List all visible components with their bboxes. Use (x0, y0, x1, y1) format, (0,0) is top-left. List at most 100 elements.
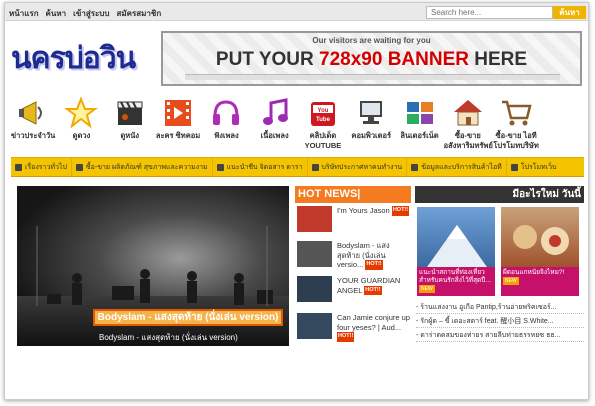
site-logo[interactable]: นครบ่อวิน (11, 37, 151, 81)
menu-music-label: ฟังเพลง (213, 131, 239, 140)
card-caption-text: ผีดอนแกหนัยจิงไหม?! (503, 269, 565, 276)
news-thumbnail (297, 241, 332, 267)
youtube-icon: Tube You (310, 102, 335, 126)
list-icon (75, 163, 83, 171)
menu-news[interactable]: ข่าวประจำวัน (9, 94, 57, 156)
nav-search[interactable]: ค้นหา (46, 7, 67, 20)
hot-news-item[interactable]: Can Jamie conjure up four yeses? | Aud..… (295, 313, 412, 343)
card-image (501, 207, 579, 267)
list-icon (216, 163, 224, 171)
news-title: Can Jamie conjure up four yeses? | Aud..… (337, 313, 410, 332)
category-label: ซื้อ-ขาย ผลิตภัณฑ์ สุขภาพและความงาม (85, 163, 208, 171)
computer-icon (360, 101, 383, 124)
news-text: I'm Yours Jason HOT!! (337, 206, 411, 216)
search-button[interactable]: ค้นหา (553, 6, 586, 19)
house-icon (453, 100, 482, 126)
list-icon (15, 163, 22, 171)
menu-movies[interactable]: ดูหนัง (106, 94, 154, 156)
menu-youtube-label: คลิปเด็ด YOUTUBE (304, 131, 342, 150)
news-thumbnail (297, 276, 332, 302)
hot-news-title: HOT NEWS| (295, 186, 411, 203)
category-promote-web[interactable]: โปรโมทเว็บ (507, 157, 561, 177)
nav-home[interactable]: หน้าแรก (9, 7, 39, 20)
network-icon (406, 102, 433, 124)
banner-bar (185, 74, 560, 80)
card-caption: ผีดอนแกหนัยจิงไหม?! NEW (501, 267, 579, 296)
menu-realestate-label: ซื้อ-ขาย อสังหาริมทรัพย์ (443, 131, 493, 150)
svg-text:Tube: Tube (316, 117, 331, 123)
featured-video[interactable]: Bodyslam - แสงสุดท้าย (นั่งเล่น version)… (17, 186, 289, 346)
menu-horoscope-label: ดูดวง (72, 131, 91, 140)
category-label: บริษัทประกาศหาคนทำงาน (321, 163, 403, 171)
menu-music[interactable]: ฟังเพลง (202, 94, 250, 156)
news-text: YOUR GUARDIAN ANGEL HOT!! (337, 276, 411, 296)
menu-it-shop[interactable]: ซื้อ-ขาย ไอที โปรโมทบริษัท (492, 94, 540, 156)
megaphone-icon (19, 101, 43, 125)
menu-internet-label: ลินเดอร์เน็ต (400, 131, 439, 140)
list-icon (510, 163, 518, 171)
category-health-beauty[interactable]: ซื้อ-ขาย ผลิตภัณฑ์ สุขภาพและความงาม (72, 157, 213, 177)
icon-menu: ข่าวประจำวัน ดูดวง ดูหนัง ละคร ซิทคอม ฟั… (9, 94, 588, 156)
category-bar: เรื่องราวทั่วไป ซื้อ-ขาย ผลิตภัณฑ์ สุขภา… (11, 157, 584, 177)
category-general[interactable]: เรื่องราวทั่วไป (11, 157, 72, 177)
banner-headline: PUT YOUR 728x90 BANNER HERE (163, 49, 580, 71)
news-text: Can Jamie conjure up four yeses? | Aud..… (337, 313, 411, 342)
menu-series-label: ละคร ซิทคอม (155, 131, 201, 140)
category-it[interactable]: ข้อมูลและบริการสินค้าไอที (407, 157, 507, 177)
menu-horoscope[interactable]: ดูดวง (57, 94, 105, 156)
ad-banner[interactable]: Our visitors are waiting for you PUT YOU… (161, 31, 582, 86)
whats-new-link[interactable]: - ดาร่าตดสมของท่ายร สายลีบท่ายธรรหยซ ธธ.… (416, 329, 584, 342)
whats-new-card[interactable]: แนะนำสถานที่ท่องเที่ยวสำหรับคนรักสิ่งไว้… (417, 207, 495, 296)
menu-youtube[interactable]: Tube You คลิปเด็ด YOUTUBE (299, 94, 347, 156)
list-icon (311, 163, 319, 171)
whats-new-card[interactable]: ผีดอนแกหนัยจิงไหม?! NEW (501, 207, 579, 296)
menu-internet[interactable]: ลินเดอร์เน็ต (395, 94, 443, 156)
svg-text:You: You (317, 108, 328, 114)
category-celebrity[interactable]: แนะนำชีบ จิตอสาร ดารา (213, 157, 308, 177)
top-bar: หน้าแรก ค้นหา เข้าสู่ระบบ สมัครสมาชิก ค้… (5, 3, 588, 21)
menu-computer[interactable]: คอมพิวเตอร์ (347, 94, 395, 156)
menu-lyrics-label: เนื้อเพลง (260, 131, 289, 140)
category-jobs[interactable]: บริษัทประกาศหาคนทำงาน (308, 157, 408, 177)
card-caption: แนะนำสถานที่ท่องเที่ยวสำหรับคนรักสิ่งไว้… (417, 267, 495, 296)
hot-badge: HOT!! (364, 285, 382, 296)
category-label: เรื่องราวทั่วไป (25, 163, 67, 171)
menu-movies-label: ดูหนัง (120, 131, 140, 140)
music-note-icon (262, 98, 288, 125)
whats-new-link[interactable]: - ร้านแสงงาน อูเกือ Pantip,ร้านอ่ายพริคเ… (416, 301, 584, 314)
menu-lyrics[interactable]: เนื้อเพลง (250, 94, 298, 156)
news-thumbnail (297, 206, 332, 232)
new-badge: NEW (419, 285, 435, 293)
film-icon (165, 100, 192, 126)
search-input[interactable] (426, 6, 553, 19)
hot-news-item[interactable]: YOUR GUARDIAN ANGEL HOT!! (295, 276, 412, 306)
browser-frame: หน้าแรก ค้นหา เข้าสู่ระบบ สมัครสมาชิก ค้… (4, 2, 589, 400)
headphones-icon (213, 100, 240, 125)
list-icon (411, 163, 419, 171)
hot-badge: HOT!! (365, 260, 383, 270)
banner-text-c: HERE (469, 49, 528, 70)
hot-badge: HOT!! (391, 206, 410, 216)
nav-login[interactable]: เข้าสู่ระบบ (73, 7, 109, 20)
menu-realestate[interactable]: ซื้อ-ขาย อสังหาริมทรัพย์ (443, 94, 493, 156)
banner-text-a: PUT YOUR (215, 49, 320, 70)
category-label: ข้อมูลและบริการสินค้าไอที (421, 163, 502, 171)
cart-icon (502, 100, 532, 126)
menu-series[interactable]: ละคร ซิทคอม (154, 94, 202, 156)
hot-badge: HOT!! (337, 332, 355, 342)
hot-news-item[interactable]: I'm Yours Jason HOT!! (295, 206, 412, 236)
menu-news-label: ข่าวประจำวัน (10, 131, 56, 140)
food-image (513, 225, 569, 255)
mountain-image (427, 225, 487, 267)
card-caption-text: แนะนำสถานที่ท่องเที่ยวสำหรับคนรักสิ่งไว้… (419, 269, 491, 284)
hot-news-item[interactable]: Bodyslam - แสงสุดท้าย (นั่งเล่น versio..… (295, 241, 412, 271)
news-thumbnail (297, 313, 332, 339)
top-nav: หน้าแรก ค้นหา เข้าสู่ระบบ สมัครสมาชิก (9, 7, 161, 20)
whats-new-link[interactable]: - รักผู้ด – ขี้ เดอะสตาร์ feat. 醒小目 S.Wh… (416, 315, 584, 328)
video-subtitle: Bodyslam - แสงสุดท้าย (นั่งเล่น version) (99, 333, 238, 342)
nav-register[interactable]: สมัครสมาชิก (116, 7, 161, 20)
menu-computer-label: คอมพิวเตอร์ (351, 131, 392, 140)
video-caption: Bodyslam - แสงสุดท้าย (นั่งเล่น version) (93, 309, 283, 326)
news-title: I'm Yours Jason (337, 206, 390, 215)
card-image (417, 207, 495, 267)
